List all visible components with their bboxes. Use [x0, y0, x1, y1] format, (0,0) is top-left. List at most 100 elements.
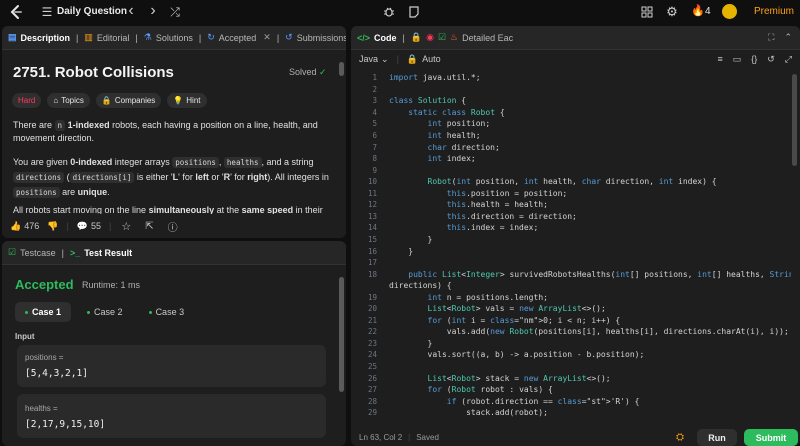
code-line: 18 public List<Integer> survivedRobotsHe… [351, 268, 791, 280]
tab-accepted[interactable]: ↻ Accepted ✕ [201, 26, 277, 49]
shuffle-icon[interactable]: ⤮ [166, 3, 184, 21]
line-text: vals.add(new Robot(positions[i], healths… [389, 327, 789, 337]
submit-button[interactable]: Submit [744, 429, 798, 446]
code-line: 14 this.index = index; [351, 222, 791, 234]
line-text: this.direction = direction; [446, 211, 577, 221]
bookmark-icon[interactable]: ▭ [733, 54, 742, 65]
daily-question-title[interactable]: Daily Question [57, 6, 127, 17]
auto-mode-label: Auto [422, 53, 441, 64]
auto-mode[interactable]: 🔒 Auto [407, 54, 441, 65]
problem-title: 2751. Robot Collisions [13, 64, 174, 81]
code-line: 29 stack.add(robot); [351, 407, 791, 419]
case-tab-3[interactable]: Case 3 [139, 302, 195, 322]
tab-testcase[interactable]: ☑ Testcase [2, 241, 62, 264]
notes-icon[interactable] [405, 3, 423, 21]
companies-button[interactable]: 🔒 Companies [95, 93, 162, 108]
case-label: Case 1 [32, 307, 62, 317]
braces-icon[interactable]: {} [751, 54, 757, 64]
result-scrollbar[interactable] [339, 277, 344, 392]
code-editor[interactable]: 1 import java.util.*; 2 3 class Solution {4 … [351, 72, 791, 422]
checkbox-icon: ☑ [8, 247, 17, 257]
help-icon[interactable]: ⓘ [168, 219, 178, 234]
prev-question-button[interactable]: ‹ [122, 2, 140, 20]
comment-count: 55 [91, 221, 102, 231]
tab-code[interactable]: </> Code [351, 26, 403, 49]
reset-icon[interactable]: ↺ [767, 54, 775, 65]
positions-value: [5,4,3,2,1] [25, 368, 88, 379]
case-tab-2[interactable]: Case 2 [77, 302, 133, 322]
line-number: 5 [372, 119, 377, 129]
line-number: 21 [367, 315, 377, 325]
layout-icon[interactable] [638, 3, 656, 21]
description-icon: ▤ [8, 32, 17, 42]
description-scrollbar[interactable] [339, 62, 344, 76]
debug-icon[interactable] [380, 3, 398, 21]
streak-fire-icon[interactable]: 🔥 [691, 4, 705, 17]
line-number: 29 [367, 408, 377, 418]
line-number: 27 [367, 385, 377, 395]
tab-description[interactable]: ▤ Description [2, 26, 76, 49]
tab-solutions-label: Solutions [155, 32, 193, 43]
line-text: } [389, 338, 433, 348]
comments-button[interactable]: 💬 55 [77, 221, 101, 232]
collapse-icon[interactable]: ⌃ [784, 32, 792, 43]
tab-test-result[interactable]: >_ Test Result [64, 241, 138, 264]
tab-detailed-each[interactable]: 🔒 ◉ ☑ ♨ Detailed Eac [405, 26, 519, 49]
line-text: List<Robot> vals = new ArrayList<>(); [427, 304, 606, 314]
code-line: 25 [351, 361, 791, 373]
tab-solutions[interactable]: ⚗ Solutions [138, 26, 199, 49]
share-icon[interactable]: ⇱ [145, 221, 153, 232]
line-text: static class Robot { [408, 107, 505, 117]
code-line: 8 int index; [351, 153, 791, 165]
lock-icon: 🔒 [101, 96, 112, 105]
problem-list-icon[interactable]: ☰ [38, 3, 56, 21]
chevron-down-icon: ⌄ [381, 53, 389, 64]
healths-box: healths = [2,17,9,15,10] [17, 394, 326, 438]
thumbs-up-icon: 👍 [10, 220, 22, 231]
tab-submissions[interactable]: ↺ Submissions [279, 26, 346, 49]
case-label: Case 2 [94, 307, 123, 317]
settings-gear-icon[interactable]: ⚙ [663, 3, 681, 21]
next-question-button[interactable]: › [144, 2, 162, 20]
tab-editorial[interactable]: ▥ Editorial [78, 26, 135, 49]
console-icon[interactable]: ⛭ [676, 432, 684, 443]
accepted-icon: ↻ [207, 32, 215, 42]
line-number: 13 [367, 211, 377, 221]
avatar[interactable] [722, 4, 737, 19]
cursor-position: Ln 63, Col 2 [359, 432, 403, 442]
dislike-button[interactable]: 👎 [47, 221, 58, 232]
description-panel: ▤ Description | ▥ Editorial | ⚗ Solution… [2, 26, 346, 238]
problem-paragraph-1: There are n 1-indexed robots, each havin… [13, 120, 318, 143]
line-number: 11 [367, 188, 377, 198]
case-tab-1[interactable]: Case 1 [15, 302, 72, 322]
premium-link[interactable]: Premium [754, 6, 794, 17]
line-number: 15 [367, 234, 377, 244]
close-tab-icon[interactable]: ✕ [263, 32, 271, 43]
case-tabs: Case 1 Case 2 Case 3 [15, 302, 194, 322]
line-text: vals.sort((a, b) -> a.position - b.posit… [389, 350, 645, 360]
language-select[interactable]: Java ⌄ [359, 54, 389, 65]
healths-value: [2,17,9,15,10] [25, 419, 106, 430]
topics-button[interactable]: ⌂ Topics [47, 93, 90, 108]
line-text: if (robot.direction == class="st">'R') { [446, 396, 640, 406]
lock-icon: 🔒 [406, 53, 419, 64]
line-number: 12 [367, 200, 377, 210]
line-number: 23 [367, 338, 377, 348]
case-status-dot [87, 310, 91, 314]
fullscreen-icon[interactable]: ⤢ [785, 54, 792, 65]
like-button[interactable]: 👍 476 [10, 221, 39, 232]
line-number: 25 [367, 362, 377, 371]
run-button[interactable]: Run [697, 429, 737, 446]
code-scrollbar[interactable] [792, 74, 797, 166]
format-icon[interactable]: ≡ [717, 54, 722, 64]
code-line: 19 int n = positions.length; [351, 291, 791, 303]
line-number: 6 [372, 131, 377, 140]
hint-button[interactable]: 💡 Hint [167, 93, 207, 108]
expand-icon[interactable]: ⛶ [768, 32, 774, 43]
leetcode-logo[interactable] [8, 4, 24, 20]
line-number: 17 [367, 258, 377, 268]
status-divider: | [408, 432, 411, 442]
line-number: 28 [367, 396, 377, 406]
line-number: 7 [372, 142, 377, 152]
star-icon[interactable]: ☆ [121, 220, 131, 233]
